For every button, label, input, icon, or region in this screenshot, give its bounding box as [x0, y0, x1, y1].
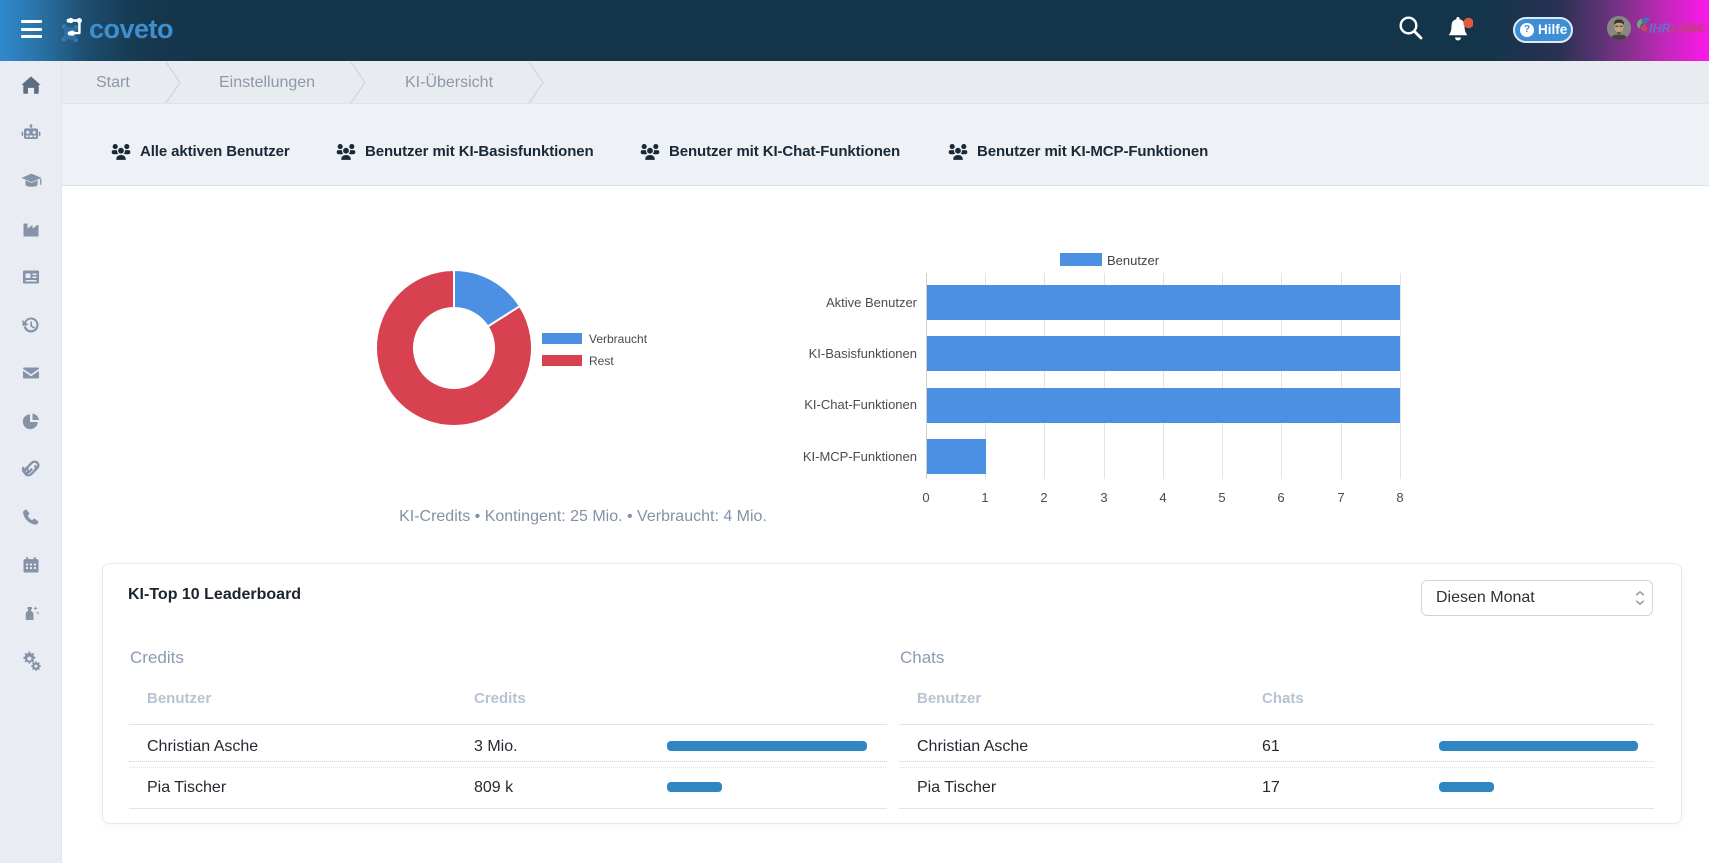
- svg-text:IHR: IHR: [1649, 22, 1671, 36]
- svg-text:LOGO: LOGO: [1671, 22, 1706, 36]
